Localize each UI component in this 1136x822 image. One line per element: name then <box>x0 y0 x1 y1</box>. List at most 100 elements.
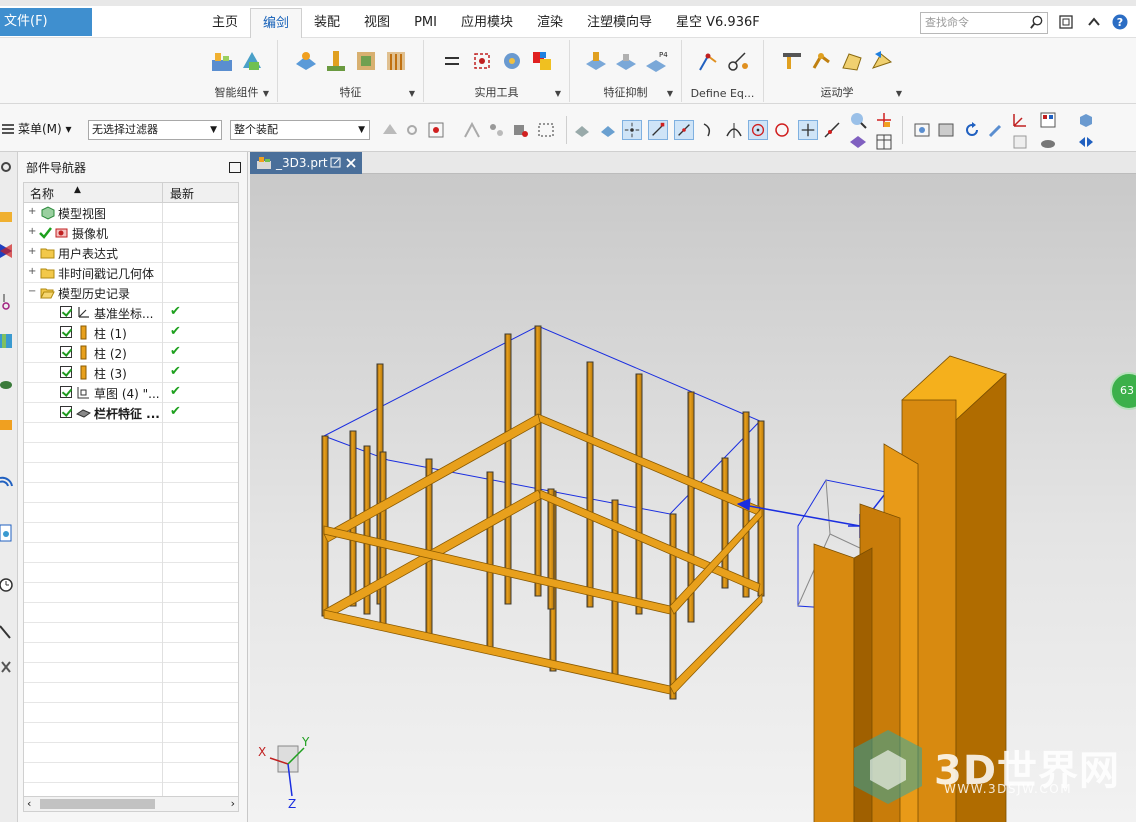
horizontal-scrollbar[interactable]: ‹ › <box>23 796 239 812</box>
search-icon[interactable] <box>1029 15 1044 30</box>
chevron-down-icon[interactable]: ▼ <box>896 89 902 98</box>
part-navigator-icon[interactable] <box>0 292 16 310</box>
expand-icon[interactable]: + <box>28 206 38 217</box>
visibility-checkbox[interactable] <box>60 346 72 358</box>
chevron-down-icon[interactable]: ▼ <box>263 89 269 98</box>
shade-icon[interactable] <box>1038 132 1058 152</box>
utility-2-icon[interactable] <box>469 48 495 74</box>
roles-icon[interactable] <box>0 622 16 640</box>
menu-button[interactable]: 菜单(M) ▾ <box>18 120 72 137</box>
equal-icon[interactable] <box>439 48 465 74</box>
feature-2-icon[interactable] <box>323 48 349 74</box>
tree-row-column-1[interactable]: 柱 (1) ✔ <box>24 323 238 343</box>
rotate-icon[interactable] <box>962 120 982 140</box>
web-browser-icon[interactable] <box>0 376 16 394</box>
column-header-name[interactable]: 名称 <box>30 185 54 202</box>
link-filter-icon[interactable] <box>404 120 424 140</box>
tree-row-model-history[interactable]: − 模型历史记录 <box>24 283 238 303</box>
visibility-checkbox[interactable] <box>60 306 72 318</box>
clock-icon[interactable] <box>0 576 16 594</box>
feature-4-icon[interactable] <box>383 48 409 74</box>
suppress-p4-icon[interactable]: P4 <box>643 48 669 74</box>
history-icon[interactable] <box>0 416 16 434</box>
document-tab[interactable]: _3D3.prt <box>250 152 362 174</box>
kinematics-2-icon[interactable] <box>809 48 835 74</box>
expand-icon[interactable]: + <box>28 266 38 277</box>
visibility-checkbox[interactable] <box>60 386 72 398</box>
suppress-icon[interactable] <box>583 48 609 74</box>
arrows-icon[interactable] <box>1076 132 1096 152</box>
tab-mold-wizard[interactable]: 注塑模向导 <box>575 8 664 38</box>
select-features-icon[interactable] <box>486 120 506 140</box>
kinematics-3-icon[interactable] <box>839 48 865 74</box>
maximize-icon[interactable] <box>229 162 241 173</box>
selection-scope-select[interactable]: 整个装配 ▼ <box>230 120 370 140</box>
document-icon[interactable] <box>0 524 16 542</box>
define-eq-icon[interactable] <box>695 48 721 74</box>
arc-center-icon[interactable] <box>748 120 768 140</box>
chevron-down-icon[interactable]: ▼ <box>409 89 415 98</box>
selection-filter-select[interactable]: 无选择过滤器 ▼ <box>88 120 222 140</box>
utility-3-icon[interactable] <box>499 48 525 74</box>
tab-assembly[interactable]: 装配 <box>302 8 352 38</box>
select-tree-icon[interactable] <box>462 120 482 140</box>
tree-row-non-timestamp-geometry[interactable]: + 非时间戳记几何体 <box>24 263 238 283</box>
move-icon[interactable] <box>874 110 894 130</box>
kinematics-icon[interactable] <box>779 48 805 74</box>
control-point-icon[interactable] <box>700 120 720 140</box>
tab-edit[interactable]: 编剑 <box>250 8 303 38</box>
feature-icon[interactable] <box>293 48 319 74</box>
snap-face-icon[interactable] <box>598 120 618 140</box>
point-on-curve-icon[interactable] <box>822 120 842 140</box>
feature-3-icon[interactable] <box>353 48 379 74</box>
view-section-icon[interactable] <box>936 120 956 140</box>
tree-row-camera[interactable]: + 摄像机 <box>24 223 238 243</box>
tree-row-railing-feature[interactable]: 栏杆特征 ... ✔ <box>24 403 238 423</box>
tab-view[interactable]: 视图 <box>352 8 402 38</box>
layer-icon[interactable] <box>1010 132 1030 152</box>
tools-icon[interactable] <box>0 658 16 676</box>
column-divider[interactable] <box>162 183 163 203</box>
scroll-left-icon[interactable]: ‹ <box>27 797 31 810</box>
type-filter-icon[interactable] <box>380 120 400 140</box>
end-point-icon[interactable] <box>648 120 668 140</box>
utility-4-icon[interactable] <box>529 48 555 74</box>
tab-xingkong[interactable]: 星空 V6.936F <box>664 8 772 38</box>
close-icon[interactable] <box>346 158 356 168</box>
quadrant-point-icon[interactable] <box>772 120 792 140</box>
tree-row-sketch-4[interactable]: 草图 (4) "... ✔ <box>24 383 238 403</box>
smart-component-2-icon[interactable] <box>239 48 265 74</box>
kinematics-4-icon[interactable] <box>869 48 895 74</box>
cube-view-icon[interactable] <box>1076 110 1096 130</box>
view-orient-icon[interactable] <box>912 120 932 140</box>
scroll-right-icon[interactable]: › <box>231 797 235 810</box>
settings-icon[interactable] <box>0 158 16 176</box>
view-fit-icon[interactable] <box>848 110 868 130</box>
select-region-icon[interactable] <box>426 120 446 140</box>
tree-row-column-3[interactable]: 柱 (3) ✔ <box>24 363 238 383</box>
snap-body-icon[interactable] <box>572 120 592 140</box>
select-body-icon[interactable] <box>510 120 530 140</box>
chevron-down-icon[interactable]: ▼ <box>555 89 561 98</box>
tab-pmi[interactable]: PMI <box>402 8 449 38</box>
restore-window-icon[interactable] <box>1058 14 1074 30</box>
existing-point-icon[interactable] <box>798 120 818 140</box>
mid-point-icon[interactable] <box>674 120 694 140</box>
visibility-checkbox[interactable] <box>60 326 72 338</box>
tree-row-column-2[interactable]: 柱 (2) ✔ <box>24 343 238 363</box>
wifi-icon[interactable] <box>0 472 16 490</box>
rectangle-select-icon[interactable] <box>536 120 556 140</box>
table-icon[interactable] <box>874 132 894 152</box>
graphics-window[interactable]: Z X Y Z 63 3D世界网 WWW.3DSJW.COM <box>250 174 1136 822</box>
smart-component-icon[interactable] <box>209 48 235 74</box>
tree-row-datum-csys[interactable]: 基准坐标... ✔ <box>24 303 238 323</box>
menu-icon[interactable] <box>0 121 16 137</box>
define-eq-2-icon[interactable] <box>725 48 751 74</box>
assembly-navigator-icon[interactable] <box>0 208 16 226</box>
collapse-ribbon-icon[interactable] <box>1086 14 1102 30</box>
intersection-point-icon[interactable] <box>724 120 744 140</box>
window-layout-icon[interactable] <box>1038 110 1058 130</box>
expand-icon[interactable]: + <box>28 226 38 237</box>
snap-point-icon[interactable] <box>622 120 642 140</box>
collapse-icon[interactable]: − <box>28 286 38 297</box>
